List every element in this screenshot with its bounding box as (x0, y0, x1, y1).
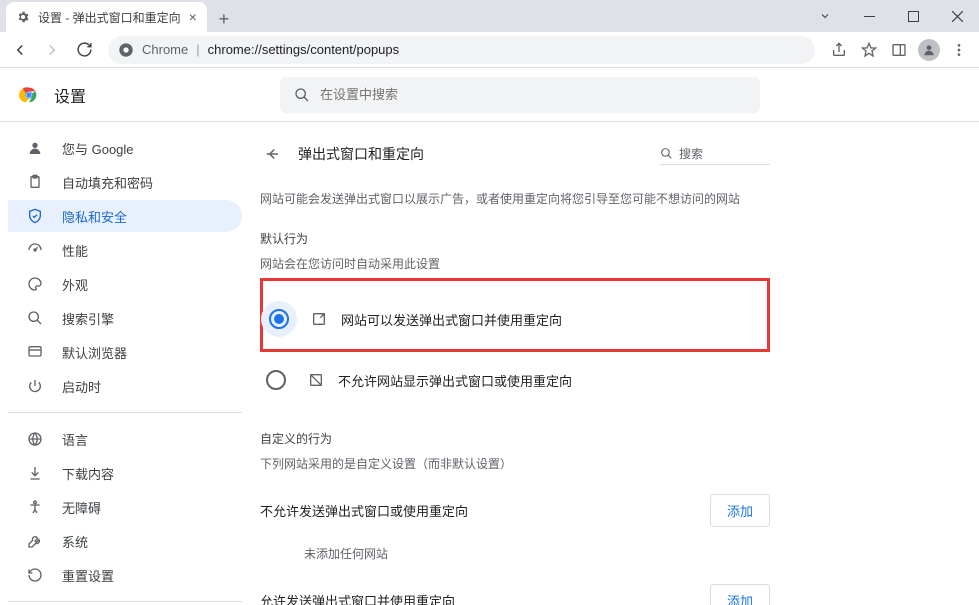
settings-search[interactable] (280, 77, 760, 113)
speedometer-icon (26, 242, 44, 258)
window-dropdown[interactable] (803, 0, 847, 32)
profile-avatar[interactable] (915, 36, 943, 64)
browser-toolbar: Chrome | chrome://settings/content/popup… (0, 32, 979, 68)
custom-behavior-sub: 下列网站采用的是自定义设置（而非默认设置） (260, 455, 770, 472)
radio-option-allow[interactable]: 网站可以发送弹出式窗口并使用重定向 (263, 291, 761, 347)
sidebar-item-reset[interactable]: 重置设置 (8, 559, 242, 591)
reload-button[interactable] (70, 36, 98, 64)
power-icon (26, 378, 44, 394)
back-arrow-button[interactable] (260, 142, 284, 166)
search-icon (660, 147, 673, 160)
url-scheme: Chrome (142, 42, 188, 57)
page-search[interactable]: 搜索 (660, 143, 770, 165)
back-button[interactable] (6, 36, 34, 64)
download-icon (26, 465, 44, 481)
new-tab-button[interactable]: + (211, 6, 237, 32)
sidebar-item-accessibility[interactable]: 无障碍 (8, 491, 242, 523)
url-path: chrome://settings/content/popups (208, 42, 400, 57)
shield-icon (26, 208, 44, 224)
settings-content: 弹出式窗口和重定向 搜索 网站可能会发送弹出式窗口以展示广告，或者使用重定向将您… (250, 122, 979, 605)
reset-icon (26, 567, 44, 583)
sidebar-item-appearance[interactable]: 外观 (8, 268, 242, 300)
default-behavior-sub: 网站会在您访问时自动采用此设置 (260, 255, 770, 272)
browser-icon (26, 344, 44, 360)
sidebar-divider (8, 412, 242, 413)
window-minimize[interactable] (847, 0, 891, 32)
tab-title: 设置 - 弹出式窗口和重定向 (38, 9, 181, 26)
radio-option-block[interactable]: 不允许网站显示弹出式窗口或使用重定向 (260, 360, 770, 400)
tab-close-icon[interactable]: × (189, 9, 197, 25)
gear-icon (16, 10, 30, 24)
search-icon (294, 87, 310, 103)
sidebar-item-on-startup[interactable]: 启动时 (8, 370, 242, 402)
window-close[interactable] (935, 0, 979, 32)
settings-title: 设置 (54, 83, 86, 107)
radio-selected-icon (269, 309, 289, 329)
palette-icon (26, 276, 44, 292)
chrome-logo-icon (18, 84, 40, 106)
search-icon (26, 310, 44, 326)
settings-sidebar: 您与 Google 自动填充和密码 隐私和安全 性能 外观 搜索引擎 默认浏览器… (0, 122, 250, 605)
accessibility-icon (26, 499, 44, 515)
sidebar-item-languages[interactable]: 语言 (8, 423, 242, 455)
sidebar-item-autofill[interactable]: 自动填充和密码 (8, 166, 242, 198)
custom-behavior-title: 自定义的行为 (260, 430, 770, 447)
chrome-icon (118, 42, 134, 58)
menu-icon[interactable] (945, 36, 973, 64)
settings-header: 设置 (0, 68, 979, 122)
bookmark-icon[interactable] (855, 36, 883, 64)
allow-section-title: 允许发送弹出式窗口并使用重定向 (260, 591, 455, 605)
person-icon (26, 140, 44, 156)
share-icon[interactable] (825, 36, 853, 64)
popup-block-icon (308, 372, 324, 388)
add-allow-site-button[interactable]: 添加 (710, 584, 770, 605)
sidebar-item-system[interactable]: 系统 (8, 525, 242, 557)
page-title: 弹出式窗口和重定向 (298, 144, 646, 164)
address-bar[interactable]: Chrome | chrome://settings/content/popup… (108, 36, 815, 64)
window-controls (803, 0, 979, 32)
add-block-site-button[interactable]: 添加 (710, 494, 770, 527)
settings-search-input[interactable] (320, 87, 746, 102)
globe-icon (26, 431, 44, 447)
browser-tab[interactable]: 设置 - 弹出式窗口和重定向 × (6, 2, 207, 32)
wrench-icon (26, 533, 44, 549)
forward-button[interactable] (38, 36, 66, 64)
window-maximize[interactable] (891, 0, 935, 32)
clipboard-icon (26, 174, 44, 190)
sidebar-item-privacy[interactable]: 隐私和安全 (8, 200, 242, 232)
sidepanel-icon[interactable] (885, 36, 913, 64)
sidebar-item-downloads[interactable]: 下载内容 (8, 457, 242, 489)
browser-titlebar: 设置 - 弹出式窗口和重定向 × + (0, 0, 979, 32)
radio-unselected-icon (266, 370, 286, 390)
default-behavior-title: 默认行为 (260, 230, 770, 247)
sidebar-item-you-and-google[interactable]: 您与 Google (8, 132, 242, 164)
block-empty-text: 未添加任何网站 (304, 545, 770, 562)
sidebar-item-performance[interactable]: 性能 (8, 234, 242, 266)
block-section-title: 不允许发送弹出式窗口或使用重定向 (260, 501, 468, 520)
sidebar-item-default-browser[interactable]: 默认浏览器 (8, 336, 242, 368)
popup-allow-icon (311, 311, 327, 327)
sidebar-divider (8, 601, 242, 602)
sidebar-item-search-engine[interactable]: 搜索引擎 (8, 302, 242, 334)
page-description: 网站可能会发送弹出式窗口以展示广告，或者使用重定向将您引导至您可能不想访问的网站 (260, 190, 770, 208)
highlight-annotation: 网站可以发送弹出式窗口并使用重定向 (260, 278, 770, 352)
